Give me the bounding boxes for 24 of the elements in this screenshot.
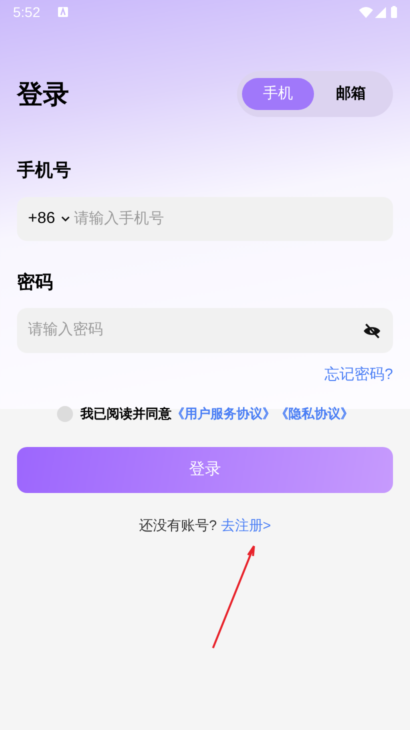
- agreement-link[interactable]: 《用户服务协议》: [172, 404, 276, 424]
- notification-icon: [58, 7, 68, 17]
- phone-input[interactable]: 请输入手机号: [74, 208, 382, 230]
- agreement-text: 我已阅读并同意: [80, 404, 172, 423]
- register-link[interactable]: 去注册>: [220, 514, 271, 536]
- wifi-icon: [359, 6, 373, 18]
- phone-label: 手机号: [17, 159, 72, 182]
- forgot-password-link[interactable]: 忘记密码?: [324, 364, 393, 386]
- signal-icon: [375, 6, 386, 18]
- status-time: 5:52: [13, 2, 40, 22]
- method-tab[interactable]: 邮箱: [314, 78, 388, 110]
- country-code[interactable]: +86: [28, 207, 56, 231]
- password-field[interactable]: 请输入密码: [17, 308, 393, 353]
- password-label: 密码: [17, 271, 54, 294]
- battery-icon: [391, 6, 397, 18]
- password-input[interactable]: 请输入密码: [28, 319, 363, 342]
- chevron-down-icon[interactable]: [61, 216, 70, 222]
- eye-slash-icon[interactable]: [363, 322, 381, 338]
- register-prompt: 还没有账号?: [139, 516, 217, 534]
- method-tab[interactable]: 手机: [242, 78, 314, 110]
- agreement-link[interactable]: 《隐私协议》: [276, 404, 354, 424]
- phone-field[interactable]: +86 请输入手机号: [17, 197, 393, 241]
- login-button[interactable]: 登录: [17, 446, 393, 492]
- page-title: 登录: [17, 78, 69, 110]
